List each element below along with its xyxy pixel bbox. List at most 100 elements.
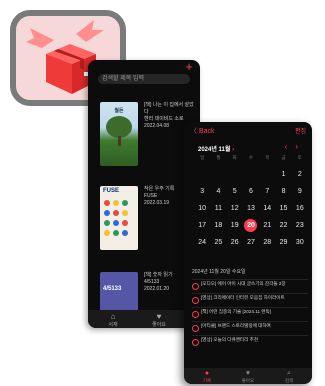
tab-bar: ● 기록 ♥ 좋아요 ⌕ 검색: [184, 368, 312, 384]
book-cover-title: 월든: [114, 108, 124, 114]
calendar-day-today[interactable]: 20: [243, 217, 259, 234]
book-cover[interactable]: 월든: [100, 102, 138, 166]
tab-record[interactable]: ● 기록: [192, 370, 222, 384]
calendar-day[interactable]: 2: [292, 166, 308, 183]
calendar-day[interactable]: 14: [259, 200, 275, 217]
weekday-header: 일월화수목금토: [194, 155, 308, 161]
event-dot-icon: [192, 311, 199, 318]
calendar-day[interactable]: 18: [210, 217, 226, 234]
calendar-day[interactable]: 27: [243, 234, 259, 251]
calendar-day-number: 25: [214, 239, 223, 246]
calendar-day-number: 3: [200, 188, 205, 195]
calendar-day-number: 6: [249, 188, 253, 195]
weekday-label: 목: [265, 155, 270, 160]
calendar-day[interactable]: 9: [292, 183, 308, 200]
cover-dot: [104, 230, 110, 236]
book-cover[interactable]: FUSE: [100, 186, 138, 250]
calendar-day[interactable]: 19: [227, 217, 243, 234]
tab-label: 서재: [108, 322, 118, 328]
tab-likes[interactable]: ♥ 좋아요: [233, 370, 263, 384]
calendar-day[interactable]: 3: [194, 183, 210, 200]
search-input[interactable]: 검색할 제목 입력: [98, 74, 190, 84]
tab-label: 좋아요: [241, 378, 255, 383]
month-label[interactable]: 2024년 11월 ›: [198, 144, 234, 153]
weekday-label: 금: [281, 155, 286, 160]
calendar-day-number: 30: [295, 239, 304, 246]
cover-dot: [104, 200, 110, 206]
calendar-day[interactable]: 15: [275, 200, 291, 217]
event-dot-icon: [192, 325, 199, 332]
calendar-day[interactable]: 25: [210, 234, 226, 251]
calendar-day[interactable]: 1: [275, 166, 291, 183]
calendar-day[interactable]: 16: [292, 200, 308, 217]
calendar-day[interactable]: 11: [210, 200, 226, 217]
calendar-day[interactable]: 17: [194, 217, 210, 234]
heart-icon: ♥: [156, 312, 162, 321]
event-item[interactable]: [책] 어떤 집중의 기술 [2024.11 완독]: [192, 307, 308, 321]
calendar-day-number: 16: [295, 205, 304, 212]
calendar-screen: 〈 Back 편집 2024년 11월 › ‹› 일월화수목금토 1234567…: [184, 122, 312, 384]
calendar-day-number: 19: [230, 222, 239, 229]
event-list: 2024년 11월 20일 수요일 [오디오] 에이 아이 시대 글쓰기의 감각…: [192, 268, 308, 349]
calendar-day[interactable]: 24: [194, 234, 210, 251]
home-icon: ⌂: [110, 312, 116, 321]
back-button[interactable]: 〈 Back: [190, 126, 215, 136]
event-item[interactable]: [오디오] 에이 아이 시대 글쓰기의 감각들 2장: [192, 279, 308, 293]
month-nav: ‹›: [285, 142, 306, 151]
calendar-day[interactable]: 7: [259, 183, 275, 200]
tree-trunk-shape: [118, 136, 121, 146]
calendar-day-number: 23: [295, 222, 304, 229]
calendar-day-number: 4: [216, 188, 221, 195]
event-dot-icon: [192, 283, 199, 290]
cover-dot: [113, 230, 119, 236]
calendar-day[interactable]: 4: [210, 183, 226, 200]
calendar-day[interactable]: 6: [243, 183, 259, 200]
calendar-day-number: 29: [279, 239, 288, 246]
calendar-day[interactable]: 26: [227, 234, 243, 251]
tab-label: 검색: [284, 378, 294, 383]
calendar-day[interactable]: 5: [227, 183, 243, 200]
calendar-day[interactable]: 28: [259, 234, 275, 251]
calendar-grid: 1 2 3 4 5 6 7 8 9 10 11 12 13 14 15 16 17 18 19 20 21 22 23 24 2…: [194, 166, 308, 251]
calendar-day-number: 24: [198, 239, 207, 246]
calendar-day-number: 18: [214, 222, 223, 229]
calendar-day[interactable]: 22: [275, 217, 291, 234]
event-item[interactable]: [영상] 크리에이터 인터뷰 모음집 하이라이트: [192, 293, 308, 307]
weekday-label: 월: [216, 155, 221, 160]
calendar-day-number: 7: [265, 188, 270, 195]
calendar-day[interactable]: 23: [292, 217, 308, 234]
calendar-day[interactable]: 8: [275, 183, 291, 200]
heart-icon: ♥: [245, 370, 251, 377]
calendar-day[interactable]: 13: [243, 200, 259, 217]
cover-dot: [122, 200, 128, 206]
tab-search[interactable]: ⌕ 검색: [274, 370, 304, 384]
event-item[interactable]: [아티클] 브랜드 스토리텔링에 대하여: [192, 321, 308, 335]
calendar-day[interactable]: 29: [275, 234, 291, 251]
calendar-day-number: 14: [263, 205, 272, 212]
month-text: 2024년 11월: [198, 147, 231, 153]
event-dot-icon: [192, 297, 199, 304]
weekday-label: 일: [200, 155, 205, 160]
calendar-day[interactable]: 10: [194, 200, 210, 217]
calendar-day[interactable]: 21: [259, 217, 275, 234]
calendar-day-number: 26: [230, 239, 239, 246]
tab-library[interactable]: ⌂ 서재: [98, 312, 128, 328]
calendar-day-number: 13: [247, 205, 255, 212]
cover-dot: [122, 230, 128, 236]
chevron-right-icon[interactable]: ›: [295, 142, 306, 151]
calendar-day-number: 28: [263, 239, 272, 246]
calendar-day[interactable]: 30: [292, 234, 308, 251]
book-cover-title: FUSE: [103, 188, 120, 194]
cover-dot: [113, 220, 119, 226]
calendar-day-number: 21: [263, 222, 272, 229]
event-item[interactable]: [영상] 오늘의 다큐멘터리 추천: [192, 335, 308, 349]
chevron-left-icon[interactable]: ‹: [285, 142, 296, 151]
tab-likes[interactable]: ♥ 좋아요: [144, 312, 174, 328]
add-icon[interactable]: +: [182, 60, 196, 74]
calendar-day[interactable]: 12: [227, 200, 243, 217]
event-title: [영상] 크리에이터 인터뷰 모음집 하이라이트: [201, 295, 285, 300]
calendar-week-row: 12: [194, 166, 308, 183]
calendar-day: [194, 166, 210, 183]
event-title: [아티클] 브랜드 스토리텔링에 대하여: [201, 323, 271, 328]
edit-button[interactable]: 편집: [295, 126, 306, 135]
